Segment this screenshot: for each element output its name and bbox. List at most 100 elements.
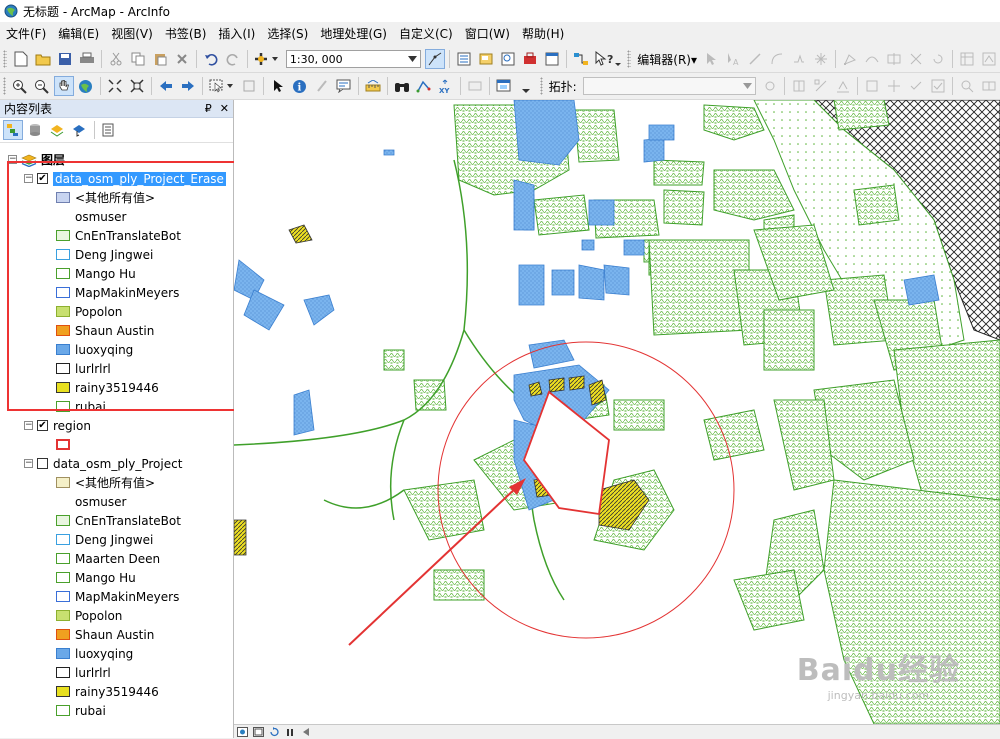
edit-vertices-icon[interactable] bbox=[840, 49, 860, 69]
copy-icon[interactable] bbox=[128, 49, 148, 69]
catalog-icon[interactable] bbox=[476, 49, 496, 69]
toolbar-grip[interactable] bbox=[3, 50, 7, 68]
legend-item[interactable]: osmuser bbox=[56, 492, 126, 511]
find-binoculars-icon[interactable] bbox=[392, 76, 412, 96]
table-of-contents-icon[interactable] bbox=[454, 49, 474, 69]
planarize-lines-icon[interactable] bbox=[884, 76, 904, 96]
toc-options-icon[interactable] bbox=[98, 120, 118, 140]
map-canvas[interactable] bbox=[234, 100, 1000, 724]
legend-label[interactable]: MapMakinMeyers bbox=[75, 590, 179, 604]
legend-label[interactable]: <其他所有值> bbox=[75, 474, 155, 491]
validate-extent-icon[interactable] bbox=[928, 76, 948, 96]
legend-item[interactable]: rubai bbox=[56, 701, 106, 720]
error-inspector-icon[interactable] bbox=[957, 76, 977, 96]
fix-topology-error-icon[interactable] bbox=[833, 76, 853, 96]
sketch-properties-icon[interactable] bbox=[979, 49, 999, 69]
clear-selection-icon[interactable] bbox=[239, 76, 259, 96]
paste-icon[interactable] bbox=[150, 49, 170, 69]
go-back-arrow-icon[interactable] bbox=[156, 76, 176, 96]
validate-topology-icon[interactable] bbox=[906, 76, 926, 96]
add-data-icon[interactable] bbox=[252, 49, 282, 69]
close-icon[interactable]: ✕ bbox=[220, 102, 229, 115]
fixed-zoom-in-icon[interactable] bbox=[105, 76, 125, 96]
list-by-visibility-icon[interactable] bbox=[47, 120, 67, 140]
cut-icon[interactable] bbox=[106, 49, 126, 69]
legend-item[interactable]: Deng Jingwei bbox=[56, 530, 153, 549]
menu-item-7[interactable]: 自定义(C) bbox=[393, 22, 459, 46]
legend-label[interactable]: Shaun Austin bbox=[75, 628, 154, 642]
select-elements-arrow-icon[interactable] bbox=[268, 76, 288, 96]
reshape-feature-icon[interactable] bbox=[862, 49, 882, 69]
identify-info-icon[interactable]: i bbox=[290, 76, 310, 96]
go-forward-arrow-icon[interactable] bbox=[178, 76, 198, 96]
collapse-toggle-icon[interactable]: − bbox=[24, 421, 33, 430]
legend-item[interactable]: <其他所有值> bbox=[56, 473, 155, 492]
legend-item[interactable]: MapMakinMeyers bbox=[56, 587, 179, 606]
zoom-out-icon[interactable] bbox=[32, 76, 52, 96]
legend-item[interactable]: rainy3519446 bbox=[56, 682, 159, 701]
legend-item[interactable]: Shaun Austin bbox=[56, 625, 154, 644]
chevron-down-icon[interactable] bbox=[408, 56, 418, 62]
map-scale-combobox[interactable]: 1:30, 000 bbox=[285, 50, 422, 68]
legend-label[interactable]: osmuser bbox=[75, 495, 126, 509]
menu-item-6[interactable]: 地理处理(G) bbox=[314, 22, 393, 46]
new-document-icon[interactable] bbox=[11, 49, 31, 69]
end-point-arc-icon[interactable] bbox=[767, 49, 787, 69]
legend-label[interactable]: CnEnTranslateBot bbox=[75, 514, 181, 528]
chevron-down-icon[interactable] bbox=[743, 83, 753, 89]
refresh-icon[interactable] bbox=[267, 726, 281, 738]
list-by-source-icon[interactable] bbox=[25, 120, 45, 140]
topology-select[interactable] bbox=[582, 77, 757, 95]
editor-menu[interactable]: 编辑器(R)▾ bbox=[637, 51, 697, 68]
menu-item-1[interactable]: 编辑(E) bbox=[52, 22, 105, 46]
legend-item-region[interactable] bbox=[56, 435, 75, 454]
split-tool-icon[interactable] bbox=[906, 49, 926, 69]
toolbar-grip[interactable] bbox=[627, 50, 632, 68]
arctoolbox-icon[interactable] bbox=[520, 49, 540, 69]
scroll-left-icon[interactable] bbox=[299, 726, 313, 738]
toolbar-grip[interactable] bbox=[539, 77, 543, 95]
map-topology-icon[interactable] bbox=[789, 76, 809, 96]
toc-layer-region[interactable]: − ✔ region bbox=[24, 416, 91, 435]
menu-item-5[interactable]: 选择(S) bbox=[261, 22, 314, 46]
layer-name[interactable]: data_osm_ply_Project bbox=[53, 457, 182, 471]
layer-visibility-checkbox[interactable]: ✔ bbox=[37, 420, 48, 431]
save-icon[interactable] bbox=[55, 49, 75, 69]
straight-segment-icon[interactable] bbox=[745, 49, 765, 69]
full-extent-globe-icon[interactable] bbox=[76, 76, 96, 96]
layer-name[interactable]: region bbox=[53, 419, 91, 433]
list-by-drawing-order-icon[interactable] bbox=[3, 120, 23, 140]
legend-label[interactable]: Mango Hu bbox=[75, 571, 136, 585]
shared-features-icon[interactable] bbox=[979, 76, 999, 96]
map-view[interactable]: Baidu经验 jingyan.baidu.com bbox=[234, 100, 1000, 724]
legend-item[interactable]: CnEnTranslateBot bbox=[56, 511, 181, 530]
edit-tool-icon[interactable] bbox=[701, 49, 721, 69]
toolbar-options-chevron-icon[interactable] bbox=[516, 76, 536, 96]
html-popup-icon[interactable] bbox=[334, 76, 354, 96]
measure-ruler-icon[interactable] bbox=[363, 76, 383, 96]
pin-icon[interactable]: ₽ bbox=[205, 102, 212, 115]
python-window-icon[interactable] bbox=[542, 49, 562, 69]
legend-label[interactable]: Popolon bbox=[75, 609, 122, 623]
cut-polygons-icon[interactable] bbox=[884, 49, 904, 69]
menu-item-9[interactable]: 帮助(H) bbox=[516, 22, 570, 46]
menu-item-3[interactable]: 书签(B) bbox=[159, 22, 213, 46]
select-features-icon[interactable] bbox=[207, 76, 237, 96]
trace-icon[interactable] bbox=[789, 49, 809, 69]
fixed-zoom-out-icon[interactable] bbox=[127, 76, 147, 96]
editor-toolbar-toggle-icon[interactable] bbox=[425, 49, 446, 69]
legend-label[interactable]: rainy3519446 bbox=[75, 685, 159, 699]
time-slider-icon[interactable] bbox=[465, 76, 485, 96]
search-window-icon[interactable] bbox=[498, 49, 518, 69]
menu-item-0[interactable]: 文件(F) bbox=[0, 22, 52, 46]
toolbar-grip[interactable] bbox=[3, 77, 6, 95]
find-route-icon[interactable] bbox=[414, 76, 434, 96]
legend-item[interactable]: Maarten Deen bbox=[56, 549, 160, 568]
construct-features-icon[interactable] bbox=[862, 76, 882, 96]
menu-item-4[interactable]: 插入(I) bbox=[212, 22, 261, 46]
legend-label[interactable]: Maarten Deen bbox=[75, 552, 160, 566]
point-icon[interactable] bbox=[811, 49, 831, 69]
pan-hand-icon[interactable] bbox=[53, 76, 74, 96]
attributes-icon[interactable] bbox=[957, 49, 977, 69]
redo-icon[interactable] bbox=[223, 49, 243, 69]
